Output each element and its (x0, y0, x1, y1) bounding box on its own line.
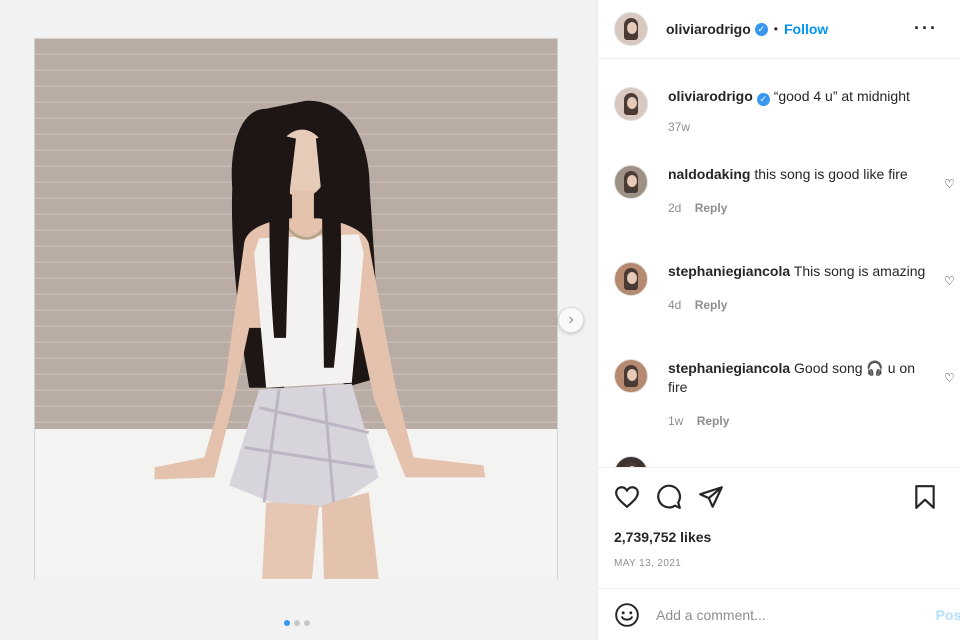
carousel-indicator (284, 620, 310, 626)
caption-row: oliviarodrigo ✓ “good 4 u” at midnight 37… (614, 87, 954, 137)
carousel-dot (304, 620, 310, 626)
post-actions: 2,739,752 likes MAY 13, 2021 (598, 467, 960, 587)
comment-item: naldodaking this song is good like fire … (614, 165, 956, 218)
follow-button[interactable]: Follow (784, 21, 828, 37)
comments-list[interactable]: oliviarodrigo ✓ “good 4 u” at midnight 37… (598, 60, 960, 467)
reply-button[interactable]: Reply (695, 201, 728, 215)
caption-text: “good 4 u” at midnight (773, 88, 910, 104)
chevron-right-icon: › (568, 311, 574, 328)
post-header: oliviarodrigo ✓ • Follow ··· (598, 0, 960, 59)
comment-icon[interactable] (656, 484, 682, 510)
comment-like-heart-icon[interactable]: ♡ (944, 177, 956, 191)
caption-username[interactable]: oliviarodrigo (668, 88, 753, 104)
instagram-post-modal: › oliviarodrigo ✓ • Follow ··· oliviarod… (0, 0, 960, 640)
comment-like-heart-icon[interactable]: ♡ (944, 274, 956, 288)
comment-username[interactable]: naldodaking (668, 166, 750, 182)
comment-timestamp[interactable]: 1w (668, 414, 683, 428)
comment-username[interactable]: stephaniegiancola (668, 263, 790, 279)
reply-button[interactable]: Reply (697, 414, 730, 428)
reply-button[interactable]: Reply (695, 298, 728, 312)
carousel-dot (294, 620, 300, 626)
comment-item: stephaniegiancola This song is amazing 4… (614, 262, 956, 315)
emoji-icon[interactable] (614, 602, 640, 628)
caption-timestamp[interactable]: 37w (668, 120, 690, 134)
carousel-dot (284, 620, 290, 626)
carousel-next-button[interactable]: › (558, 307, 584, 333)
author-avatar[interactable] (614, 12, 648, 46)
comment-input[interactable]: Add a comment... (656, 607, 766, 623)
comment-item: stephaniegiancola Good song 🎧 u on fire … (614, 359, 956, 431)
comment-timestamp[interactable]: 2d (668, 201, 681, 215)
comment-composer: Add a comment... Post (598, 588, 960, 640)
more-options-icon[interactable]: ··· (914, 18, 938, 39)
commenter-avatar[interactable] (614, 359, 648, 393)
comment-like-heart-icon[interactable]: ♡ (944, 371, 956, 385)
heart-icon[interactable] (614, 484, 640, 510)
photo-person-figure (154, 100, 486, 579)
post-details-panel: oliviarodrigo ✓ • Follow ··· oliviarodri… (597, 0, 960, 640)
author-username[interactable]: oliviarodrigo (666, 21, 751, 37)
comment-text: This song is amazing (793, 263, 926, 279)
likes-count[interactable]: 2,739,752 likes (614, 529, 711, 545)
comment-item-partial (614, 456, 954, 467)
comment-username[interactable]: stephaniegiancola (668, 360, 790, 376)
verified-badge-icon: ✓ (754, 22, 768, 36)
commenter-avatar[interactable] (614, 456, 648, 467)
commenter-avatar[interactable] (614, 165, 648, 199)
bookmark-icon[interactable] (912, 484, 938, 510)
share-icon[interactable] (698, 484, 724, 510)
commenter-avatar[interactable] (614, 262, 648, 296)
post-comment-button[interactable]: Post (936, 607, 960, 623)
post-media-panel: › (0, 0, 597, 640)
author-avatar[interactable] (614, 87, 648, 121)
separator-dot: • (773, 22, 778, 36)
post-photo[interactable] (34, 38, 558, 581)
comment-text: this song is good like fire (754, 166, 908, 182)
comment-timestamp[interactable]: 4d (668, 298, 681, 312)
post-date[interactable]: MAY 13, 2021 (614, 558, 681, 569)
verified-badge-icon: ✓ (756, 93, 770, 106)
